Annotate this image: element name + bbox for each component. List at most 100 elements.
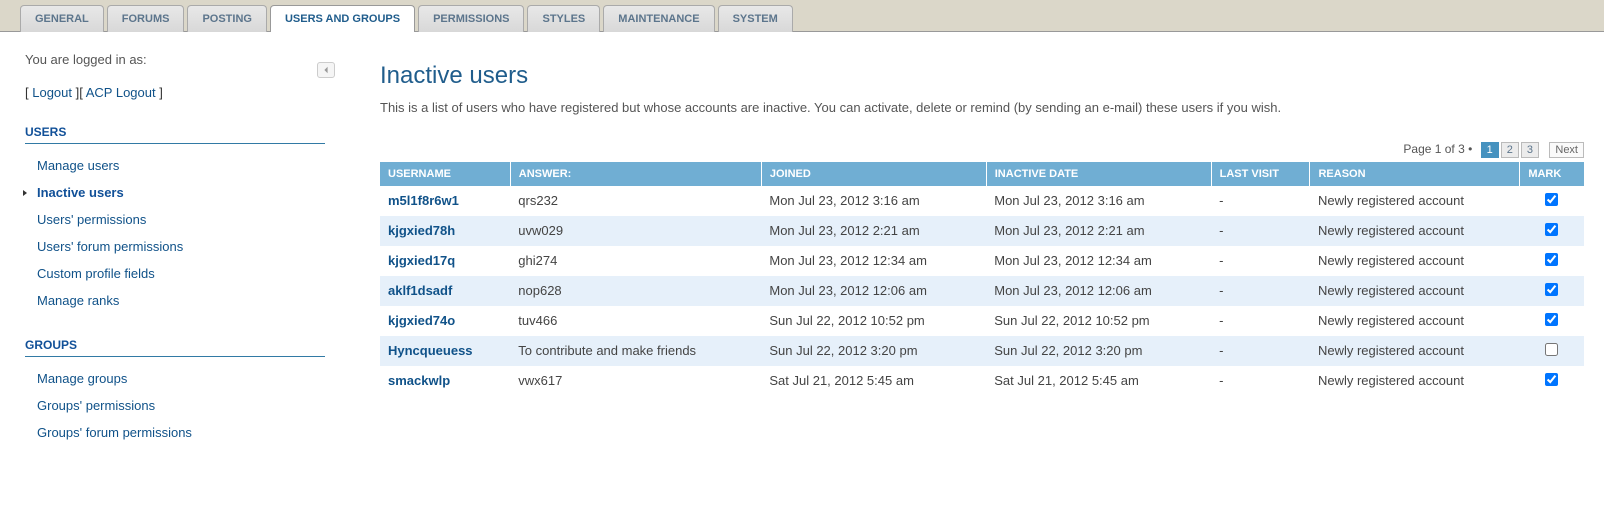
cell-joined: Sun Jul 22, 2012 3:20 pm	[761, 336, 986, 366]
table-row: Hyncqueuess To contribute and make friend…	[380, 336, 1584, 366]
cell-answer: To contribute and make friends	[510, 336, 761, 366]
cell-joined: Mon Jul 23, 2012 12:06 am	[761, 276, 986, 306]
cell-last-visit: -	[1211, 276, 1310, 306]
acp-logout-link[interactable]: ACP Logout	[86, 85, 156, 100]
username-link[interactable]: aklf1dsadf	[388, 283, 452, 298]
cell-mark	[1520, 366, 1584, 396]
col-inactive-date[interactable]: INACTIVE DATE	[986, 162, 1211, 186]
sidebar-link[interactable]: Manage users	[37, 158, 119, 173]
cell-reason: Newly registered account	[1310, 186, 1520, 216]
chevron-left-icon	[322, 66, 330, 74]
pagination-page-3[interactable]: 3	[1521, 142, 1539, 158]
page-description: This is a list of users who have registe…	[380, 98, 1584, 118]
cell-inactive-date: Sat Jul 21, 2012 5:45 am	[986, 366, 1211, 396]
cell-username: kjgxied78h	[380, 216, 510, 246]
mark-checkbox[interactable]	[1545, 253, 1558, 266]
table-row: smackwlpvwx617Sat Jul 21, 2012 5:45 amSa…	[380, 366, 1584, 396]
cell-mark	[1520, 336, 1584, 366]
username-link[interactable]: Hyncqueuess	[388, 343, 473, 358]
sidebar-link[interactable]: Manage ranks	[37, 293, 119, 308]
cell-reason: Newly registered account	[1310, 336, 1520, 366]
sidebar-section-groups: GROUPS	[25, 338, 325, 357]
cell-reason: Newly registered account	[1310, 276, 1520, 306]
pagination-next[interactable]: Next	[1549, 142, 1584, 158]
sidebar-link[interactable]: Users' permissions	[37, 212, 146, 227]
mark-checkbox[interactable]	[1545, 343, 1558, 356]
pagination-page-1[interactable]: 1	[1481, 142, 1499, 158]
cell-answer: ghi274	[510, 246, 761, 276]
cell-reason: Newly registered account	[1310, 306, 1520, 336]
login-info: You are logged in as:	[25, 52, 325, 67]
col-reason[interactable]: REASON	[1310, 162, 1520, 186]
cell-mark	[1520, 246, 1584, 276]
mark-checkbox[interactable]	[1545, 283, 1558, 296]
username-link[interactable]: smackwlp	[388, 373, 450, 388]
table-row: m5l1f8r6w1qrs232Mon Jul 23, 2012 3:16 am…	[380, 186, 1584, 216]
sidebar-link[interactable]: Inactive users	[37, 185, 124, 200]
tab-general[interactable]: GENERAL	[20, 5, 104, 32]
cell-joined: Sat Jul 21, 2012 5:45 am	[761, 366, 986, 396]
username-link[interactable]: kjgxied17q	[388, 253, 455, 268]
sidebar-item-groups-permissions[interactable]: Groups' permissions	[25, 392, 325, 419]
sidebar-link[interactable]: Manage groups	[37, 371, 127, 386]
tab-permissions[interactable]: PERMISSIONS	[418, 5, 524, 32]
cell-inactive-date: Mon Jul 23, 2012 3:16 am	[986, 186, 1211, 216]
cell-last-visit: -	[1211, 186, 1310, 216]
top-tabs: GENERALFORUMSPOSTINGUSERS AND GROUPSPERM…	[0, 0, 1604, 32]
mark-checkbox[interactable]	[1545, 193, 1558, 206]
sidebar-link[interactable]: Users' forum permissions	[37, 239, 183, 254]
sidebar-link[interactable]: Custom profile fields	[37, 266, 155, 281]
sidebar-link[interactable]: Groups' permissions	[37, 398, 155, 413]
mark-checkbox[interactable]	[1545, 373, 1558, 386]
cell-username: smackwlp	[380, 366, 510, 396]
cell-joined: Mon Jul 23, 2012 12:34 am	[761, 246, 986, 276]
cell-last-visit: -	[1211, 246, 1310, 276]
cell-inactive-date: Sun Jul 22, 2012 10:52 pm	[986, 306, 1211, 336]
sidebar-item-manage-groups[interactable]: Manage groups	[25, 365, 325, 392]
col-mark[interactable]: MARK	[1520, 162, 1584, 186]
mark-checkbox[interactable]	[1545, 223, 1558, 236]
tab-forums[interactable]: FORUMS	[107, 5, 185, 32]
mark-checkbox[interactable]	[1545, 313, 1558, 326]
sidebar-item-manage-ranks[interactable]: Manage ranks	[25, 287, 325, 314]
username-link[interactable]: kjgxied74o	[388, 313, 455, 328]
logout-links: [ Logout ][ ACP Logout ]	[25, 85, 325, 100]
sidebar-item-manage-users[interactable]: Manage users	[25, 152, 325, 179]
table-row: aklf1dsadfnop628Mon Jul 23, 2012 12:06 a…	[380, 276, 1584, 306]
sidebar-item-users-permissions[interactable]: Users' permissions	[25, 206, 325, 233]
cell-username: m5l1f8r6w1	[380, 186, 510, 216]
cell-last-visit: -	[1211, 366, 1310, 396]
cell-inactive-date: Sun Jul 22, 2012 3:20 pm	[986, 336, 1211, 366]
col-username[interactable]: USERNAME	[380, 162, 510, 186]
table-row: kjgxied17q ghi274Mon Jul 23, 2012 12:34 a…	[380, 246, 1584, 276]
tab-posting[interactable]: POSTING	[187, 5, 267, 32]
tab-system[interactable]: SYSTEM	[718, 5, 793, 32]
col-last-visit[interactable]: LAST VISIT	[1211, 162, 1310, 186]
sidebar-item-custom-profile-fields[interactable]: Custom profile fields	[25, 260, 325, 287]
sidebar-toggle[interactable]	[317, 62, 335, 78]
tab-users-and-groups[interactable]: USERS AND GROUPS	[270, 5, 415, 32]
cell-answer: vwx617	[510, 366, 761, 396]
cell-answer: uvw029	[510, 216, 761, 246]
sidebar-link[interactable]: Groups' forum permissions	[37, 425, 192, 440]
logout-link[interactable]: Logout	[32, 85, 72, 100]
sidebar-item-inactive-users[interactable]: Inactive users	[25, 179, 325, 206]
pagination-page-2[interactable]: 2	[1501, 142, 1519, 158]
page-title: Inactive users	[380, 62, 1584, 90]
cell-reason: Newly registered account	[1310, 216, 1520, 246]
col-joined[interactable]: JOINED	[761, 162, 986, 186]
cell-mark	[1520, 276, 1584, 306]
username-link[interactable]: m5l1f8r6w1	[388, 193, 459, 208]
col-answer-[interactable]: ANSWER:	[510, 162, 761, 186]
cell-joined: Sun Jul 22, 2012 10:52 pm	[761, 306, 986, 336]
cell-inactive-date: Mon Jul 23, 2012 12:06 am	[986, 276, 1211, 306]
tab-styles[interactable]: STYLES	[527, 5, 600, 32]
username-link[interactable]: kjgxied78h	[388, 223, 455, 238]
sidebar-section-users: USERS	[25, 125, 325, 144]
cell-joined: Mon Jul 23, 2012 2:21 am	[761, 216, 986, 246]
sidebar-item-users-forum-permissions[interactable]: Users' forum permissions	[25, 233, 325, 260]
cell-last-visit: -	[1211, 216, 1310, 246]
table-row: kjgxied78h uvw029Mon Jul 23, 2012 2:21 am…	[380, 216, 1584, 246]
tab-maintenance[interactable]: MAINTENANCE	[603, 5, 714, 32]
sidebar-item-groups-forum-permissions[interactable]: Groups' forum permissions	[25, 419, 325, 446]
